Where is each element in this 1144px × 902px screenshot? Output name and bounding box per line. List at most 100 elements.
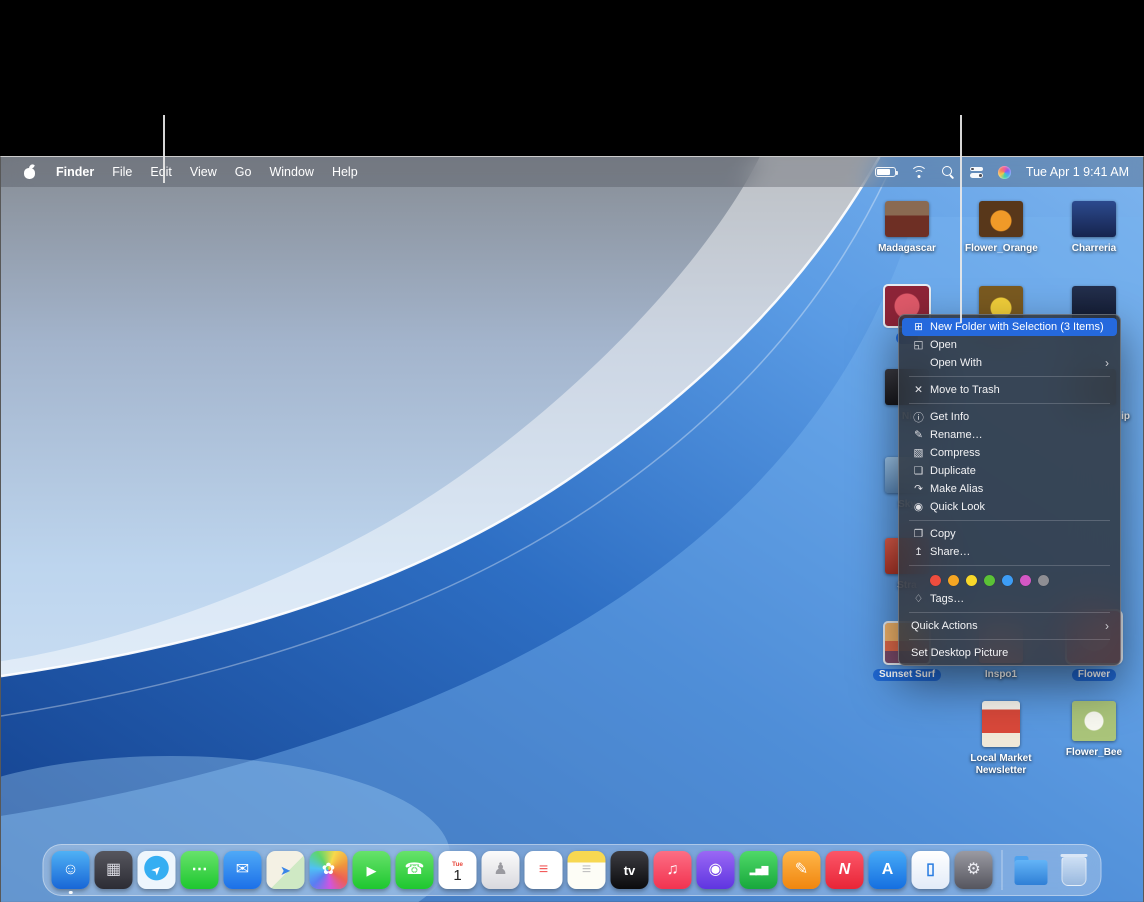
iphone-mirroring-icon: ▯ (926, 862, 935, 878)
desktop-icon-flower-bee[interactable]: Flower_Bee (1058, 701, 1130, 759)
menu-item-new-folder-with-selection[interactable]: ⊞ New Folder with Selection (3 Items) (902, 318, 1117, 336)
dock-contacts[interactable]: ♟ (482, 851, 520, 889)
apple-logo-icon (24, 165, 36, 179)
dock-system-settings[interactable]: ⚙ (955, 851, 993, 889)
dock-reminders[interactable]: ≡ (525, 851, 563, 889)
file-label: Flower_Orange (965, 243, 1037, 255)
dock-iphone-mirroring[interactable]: ▯ (912, 851, 950, 889)
tag-color-row (902, 570, 1117, 590)
menu-item-make-alias[interactable]: ↷ Make Alias (902, 480, 1117, 498)
tag-red[interactable] (930, 575, 941, 586)
compress-icon: ▧ (911, 447, 926, 459)
menu-item-quick-look[interactable]: ◉ Quick Look (902, 498, 1117, 516)
file-label: Charreria (1072, 243, 1116, 255)
tag-blue[interactable] (1002, 575, 1013, 586)
dock-app-store[interactable]: A (869, 851, 907, 889)
menu-window[interactable]: Window (260, 157, 322, 187)
menu-go[interactable]: Go (226, 157, 261, 187)
dock-phone[interactable]: ☎ (396, 851, 434, 889)
dock-photos[interactable]: ✿ (310, 851, 348, 889)
tag-yellow[interactable] (966, 575, 977, 586)
dock-launchpad[interactable]: ▦ (95, 851, 133, 889)
dock-news[interactable]: N (826, 851, 864, 889)
menu-separator (909, 403, 1110, 404)
numbers-icon: ▂▅▇ (750, 866, 768, 875)
app-menu-finder[interactable]: Finder (47, 157, 103, 187)
menu-item-open[interactable]: ◱ Open (902, 336, 1117, 354)
file-thumbnail (979, 201, 1023, 237)
battery-icon[interactable] (875, 167, 896, 177)
dock-facetime[interactable]: ▶ (353, 851, 391, 889)
dock-downloads[interactable] (1012, 851, 1050, 889)
news-icon: N (839, 862, 851, 878)
menu-item-share[interactable]: ↥ Share… (902, 543, 1117, 561)
dock-pages[interactable]: ✎ (783, 851, 821, 889)
desktop-icon-local-market-newsletter[interactable]: Local Market Newsletter (965, 701, 1037, 777)
file-thumbnail (982, 701, 1020, 747)
dock-safari[interactable]: ➤ (138, 851, 176, 889)
menu-file[interactable]: File (103, 157, 141, 187)
menu-edit[interactable]: Edit (141, 157, 181, 187)
copy-icon: ❐ (911, 528, 926, 540)
apple-menu[interactable] (15, 157, 47, 187)
desktop-icon-flower-orange[interactable]: Flower_Orange (965, 201, 1037, 255)
menu-item-tags[interactable]: ♢ Tags… (902, 590, 1117, 608)
spotlight-search-icon[interactable] (942, 166, 955, 179)
tag-orange[interactable] (948, 575, 959, 586)
dock-finder[interactable]: ☺ (52, 851, 90, 889)
dock-maps[interactable]: ➤ (267, 851, 305, 889)
wifi-icon[interactable] (911, 166, 927, 178)
submenu-chevron-icon: › (1105, 620, 1109, 632)
tag-green[interactable] (984, 575, 995, 586)
contacts-icon: ♟ (493, 862, 507, 878)
facetime-icon: ▶ (367, 864, 377, 877)
running-indicator (69, 891, 73, 895)
menu-item-quick-actions[interactable]: Quick Actions › (902, 617, 1117, 635)
menu-item-set-desktop-picture[interactable]: Set Desktop Picture (902, 644, 1117, 662)
tag-purple[interactable] (1020, 575, 1031, 586)
file-label: Flower_Bee (1066, 747, 1122, 759)
menu-item-move-to-trash[interactable]: ✕ Move to Trash (902, 381, 1117, 399)
make-alias-icon: ↷ (911, 483, 926, 495)
menu-item-rename[interactable]: ✎ Rename… (902, 426, 1117, 444)
menu-view[interactable]: View (181, 157, 226, 187)
file-label: Flower (1072, 669, 1116, 681)
tag-gray[interactable] (1038, 575, 1049, 586)
dock-calendar[interactable]: Tue 1 (439, 851, 477, 889)
menu-separator (909, 376, 1110, 377)
menu-separator (909, 520, 1110, 521)
menu-item-open-with[interactable]: Open With › (902, 354, 1117, 372)
file-label: Madagascar (878, 243, 936, 255)
dock-numbers[interactable]: ▂▅▇ (740, 851, 778, 889)
file-label: Sunset Surf (873, 669, 941, 681)
desktop-icon-charreria[interactable]: Charreria (1058, 201, 1130, 255)
calendar-day: 1 (453, 868, 461, 883)
music-icon: ♫ (667, 862, 679, 878)
file-label: Inspo1 (985, 669, 1017, 681)
trash-icon: ✕ (911, 384, 926, 396)
dock-mail[interactable]: ✉ (224, 851, 262, 889)
menu-item-get-info[interactable]: ⓘ Get Info (902, 408, 1117, 426)
menu-item-compress[interactable]: ▧ Compress (902, 444, 1117, 462)
app-store-icon: A (882, 862, 894, 878)
new-folder-icon: ⊞ (911, 321, 926, 333)
menu-item-duplicate[interactable]: ❏ Duplicate (902, 462, 1117, 480)
menu-item-copy[interactable]: ❐ Copy (902, 525, 1117, 543)
siri-icon[interactable] (998, 166, 1011, 179)
dock-tv[interactable]: tv (611, 851, 649, 889)
dock-divider (1002, 850, 1003, 890)
dock-messages[interactable]: ⋯ (181, 851, 219, 889)
dock-podcasts[interactable]: ◉ (697, 851, 735, 889)
desktop-icon-madagascar[interactable]: Madagascar (871, 201, 943, 255)
control-center-icon[interactable] (970, 166, 983, 179)
desktop-background[interactable]: Finder File Edit View Go Window Help Tue… (0, 156, 1144, 902)
dock-music[interactable]: ♫ (654, 851, 692, 889)
dock-trash[interactable] (1055, 851, 1093, 889)
dock-notes[interactable]: ≡ (568, 851, 606, 889)
downloads-folder-icon (1014, 860, 1047, 885)
menu-help[interactable]: Help (323, 157, 367, 187)
menu-bar-clock[interactable]: Tue Apr 1 9:41 AM (1026, 165, 1129, 179)
file-label: Local Market Newsletter (969, 753, 1033, 777)
menu-separator (909, 565, 1110, 566)
callout-line-view-menu (163, 115, 165, 183)
